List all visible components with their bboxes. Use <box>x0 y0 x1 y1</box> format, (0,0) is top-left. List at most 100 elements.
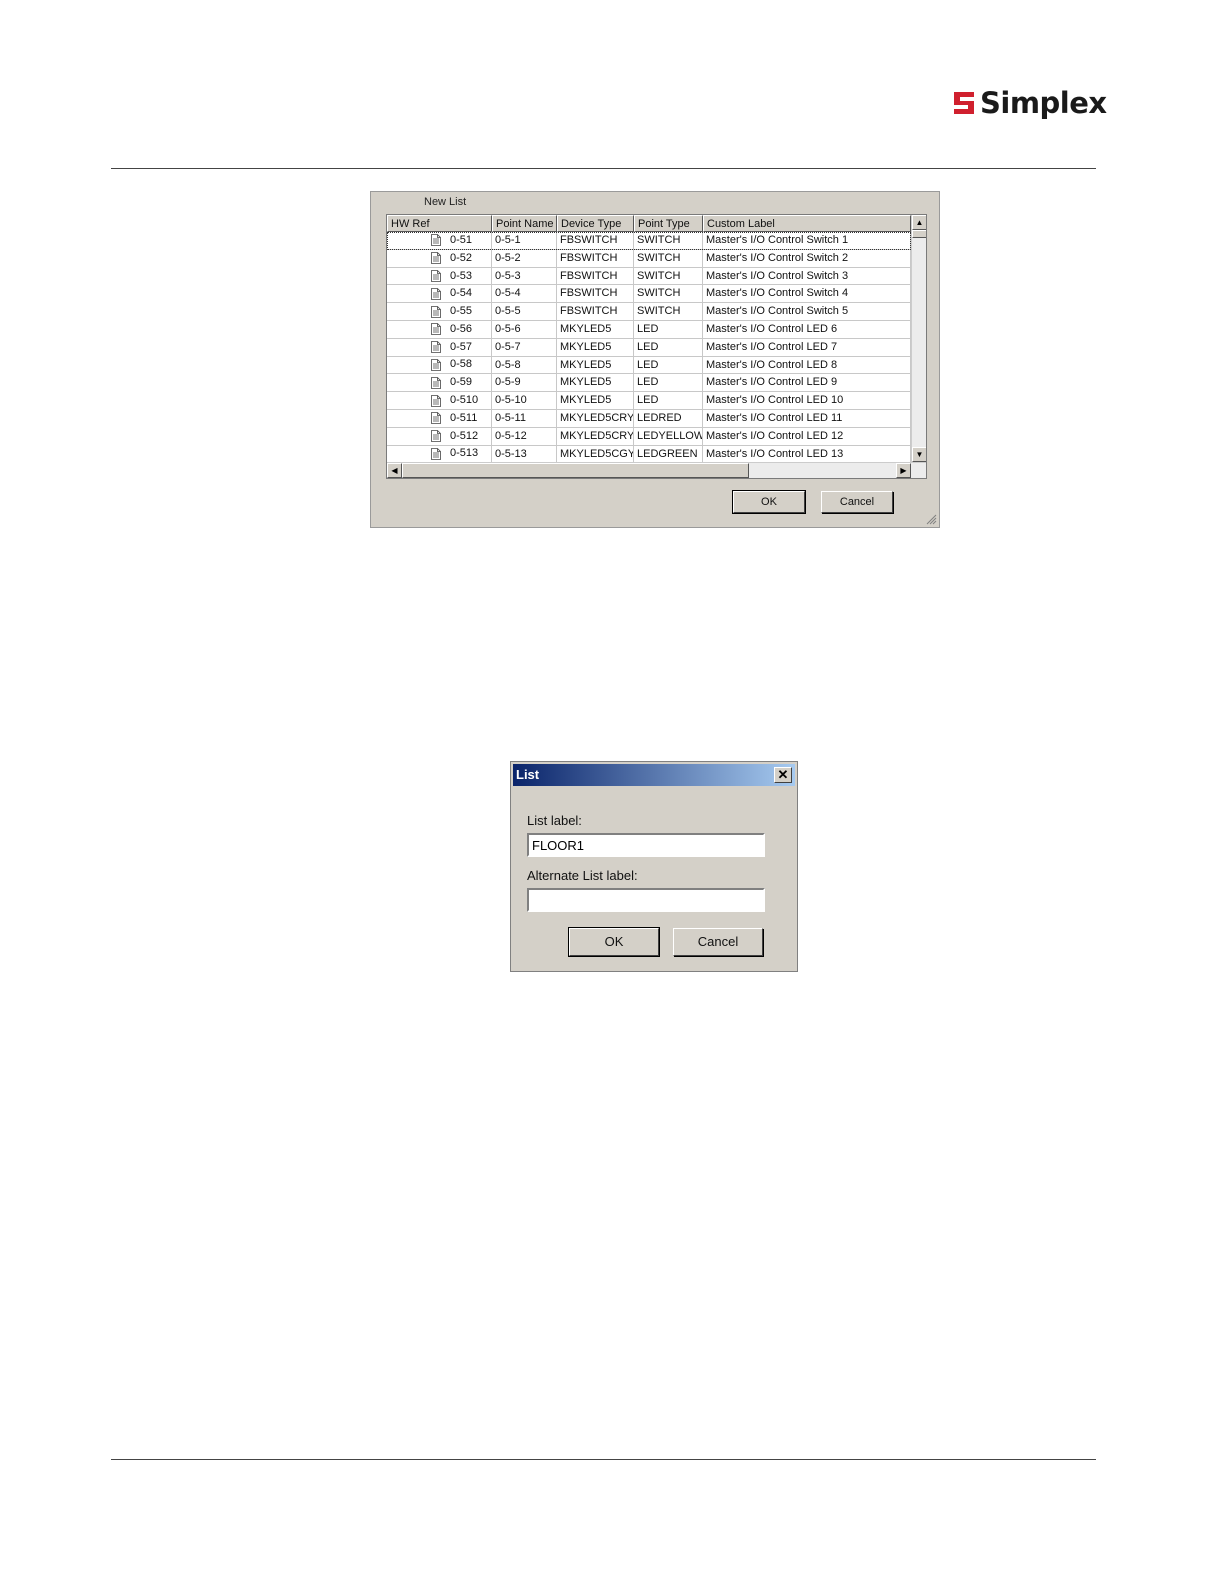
alternate-list-label-input[interactable] <box>527 888 765 912</box>
new-list-cancel-button[interactable]: Cancel <box>821 491 893 513</box>
cell-point-type: LED <box>634 356 703 374</box>
list-label-caption: List label: <box>527 813 582 828</box>
table-row[interactable]: 0-54 0-5-4 FBSWITCH SWITCH Master's I/O Cont… <box>387 285 911 304</box>
list-ok-button[interactable]: OK <box>568 927 660 957</box>
cell-device-type: MKYLED5 <box>557 374 634 392</box>
column-header-hw-ref[interactable]: HW Ref <box>387 215 492 232</box>
cell-custom-label: Master's I/O Control LED 6 <box>703 320 911 338</box>
cell-hw-ref-text: 0-510 <box>450 394 479 407</box>
table-row[interactable]: 0-53 0-5-3 FBSWITCH SWITCH Master's I/O Cont… <box>387 267 911 286</box>
list-dialog-title: List <box>516 767 540 782</box>
cell-hw-ref: 0-54 <box>387 285 492 303</box>
cell-point-type-text: LEDGREEN <box>637 447 698 460</box>
cell-point-type: SWITCH <box>634 232 703 249</box>
new-list-ok-button[interactable]: OK <box>732 490 806 514</box>
cell-point-name-text: 0-5-2 <box>495 251 521 264</box>
cell-custom-label-text: Master's I/O Control Switch 4 <box>706 287 849 300</box>
cell-custom-label-text: Master's I/O Control LED 12 <box>706 429 844 442</box>
scroll-up-arrow-icon[interactable]: ▲ <box>912 215 926 230</box>
cell-point-name-text: 0-5-8 <box>495 358 521 371</box>
document-icon <box>431 305 441 318</box>
scroll-right-arrow-icon[interactable]: ▶ <box>896 463 911 478</box>
cell-custom-label-text: Master's I/O Control Switch 3 <box>706 269 849 282</box>
cell-point-type: LED <box>634 338 703 356</box>
cell-device-type: FBSWITCH <box>557 249 634 267</box>
footer-rule <box>111 1459 1096 1460</box>
cell-device-type-text: MKYLED5CGY <box>560 447 634 460</box>
document-icon <box>431 430 441 443</box>
cell-hw-ref-text: 0-52 <box>450 251 473 264</box>
document-icon <box>431 270 441 282</box>
cell-point-type: LED <box>634 392 703 409</box>
cell-hw-ref: 0-51 <box>387 232 492 249</box>
table-row[interactable]: 0-58 0-5-8 MKYLED5 LED Master's I/O Control … <box>387 356 911 375</box>
cell-point-name: 0-5-5 <box>492 303 557 320</box>
cell-custom-label: Master's I/O Control LED 12 <box>703 427 911 445</box>
horizontal-scroll-thumb[interactable] <box>402 463 749 478</box>
column-header-point-type[interactable]: Point Type <box>634 215 703 232</box>
resize-grip-icon[interactable] <box>926 514 937 525</box>
table-row[interactable]: 0-511 0-5-11 MKYLED5CRY LEDRED Master's I/O … <box>387 409 911 428</box>
cell-point-type: LEDGREEN <box>634 445 703 463</box>
cell-point-name-text: 0-5-12 <box>495 429 527 442</box>
cell-custom-label: Master's I/O Control LED 8 <box>703 356 911 374</box>
document-icon <box>431 448 441 460</box>
cell-point-name-text: 0-5-5 <box>495 305 521 318</box>
cell-hw-ref: 0-58 <box>387 356 492 374</box>
list-cancel-button[interactable]: Cancel <box>673 928 763 956</box>
cell-point-name: 0-5-2 <box>492 249 557 267</box>
cell-point-name: 0-5-10 <box>492 392 557 409</box>
cell-custom-label-text: Master's I/O Control LED 11 <box>706 411 843 424</box>
cell-custom-label: Master's I/O Control Switch 1 <box>703 232 911 249</box>
scroll-left-arrow-icon[interactable]: ◀ <box>387 463 402 478</box>
table-row[interactable]: 0-51 0-5-1 FBSWITCH SWITCH Master's I/O Cont… <box>387 232 911 250</box>
horizontal-scrollbar[interactable]: ◀ ▶ <box>387 462 926 478</box>
cell-hw-ref-text: 0-58 <box>450 358 473 371</box>
cell-custom-label: Master's I/O Control LED 11 <box>703 409 911 427</box>
close-icon[interactable]: ✕ <box>774 767 792 783</box>
table-row[interactable]: 0-510 0-5-10 MKYLED5 LED Master's I/O Contro… <box>387 392 911 410</box>
cell-point-name: 0-5-7 <box>492 338 557 356</box>
cell-custom-label: Master's I/O Control Switch 2 <box>703 249 911 267</box>
cell-hw-ref-text: 0-53 <box>450 269 473 282</box>
cell-point-type-text: LED <box>637 358 659 371</box>
document-icon <box>431 234 441 247</box>
grid-header: HW Ref Point Name Device Type Point Type… <box>387 215 911 232</box>
table-row[interactable]: 0-513 0-5-13 MKYLED5CGY LEDGREEN Master's I/… <box>387 445 911 464</box>
cell-hw-ref: 0-510 <box>387 392 492 409</box>
cell-point-type-text: LED <box>637 394 659 407</box>
cell-device-type-text: MKYLED5CRY <box>560 429 634 442</box>
cell-point-type: SWITCH <box>634 267 703 285</box>
table-row[interactable]: 0-59 0-5-9 MKYLED5 LED Master's I/O Control … <box>387 374 911 393</box>
cell-custom-label: Master's I/O Control Switch 4 <box>703 285 911 303</box>
cell-device-type-text: FBSWITCH <box>560 287 618 300</box>
document-icon <box>431 394 441 407</box>
cell-custom-label: Master's I/O Control Switch 5 <box>703 303 911 320</box>
list-dialog-titlebar[interactable]: List ✕ <box>513 764 795 786</box>
table-row[interactable]: 0-512 0-5-12 MKYLED5CRY LEDYELLOW Master's I… <box>387 427 911 446</box>
cell-hw-ref-text: 0-57 <box>450 340 473 353</box>
table-row[interactable]: 0-55 0-5-5 FBSWITCH SWITCH Master's I/O Cont… <box>387 303 911 321</box>
scroll-down-arrow-icon[interactable]: ▼ <box>912 447 926 462</box>
document-icon <box>431 341 441 354</box>
table-row[interactable]: 0-57 0-5-7 MKYLED5 LED Master's I/O Control … <box>387 338 911 357</box>
document-icon <box>431 252 441 265</box>
table-row[interactable]: 0-52 0-5-2 FBSWITCH SWITCH Master's I/O Cont… <box>387 249 911 268</box>
cell-hw-ref-text: 0-55 <box>450 305 473 318</box>
cell-point-type-text: LEDRED <box>637 411 682 424</box>
list-label-input[interactable] <box>527 833 765 857</box>
cell-hw-ref: 0-55 <box>387 303 492 320</box>
cell-hw-ref: 0-53 <box>387 267 492 285</box>
column-header-point-name[interactable]: Point Name <box>492 215 557 232</box>
cell-device-type: MKYLED5 <box>557 320 634 338</box>
points-grid[interactable]: HW Ref Point Name Device Type Point Type… <box>386 214 927 479</box>
cell-point-name-text: 0-5-7 <box>495 340 521 353</box>
table-row[interactable]: 0-56 0-5-6 MKYLED5 LED Master's I/O Control … <box>387 320 911 339</box>
column-header-custom-label[interactable]: Custom Label <box>703 215 911 232</box>
cell-hw-ref: 0-52 <box>387 249 492 267</box>
cell-hw-ref-text: 0-54 <box>450 287 473 300</box>
vertical-scrollbar[interactable]: ▲ ▼ <box>911 215 926 462</box>
vertical-scroll-thumb[interactable] <box>912 230 926 238</box>
header-rule <box>111 168 1096 169</box>
column-header-device-type[interactable]: Device Type <box>557 215 634 232</box>
